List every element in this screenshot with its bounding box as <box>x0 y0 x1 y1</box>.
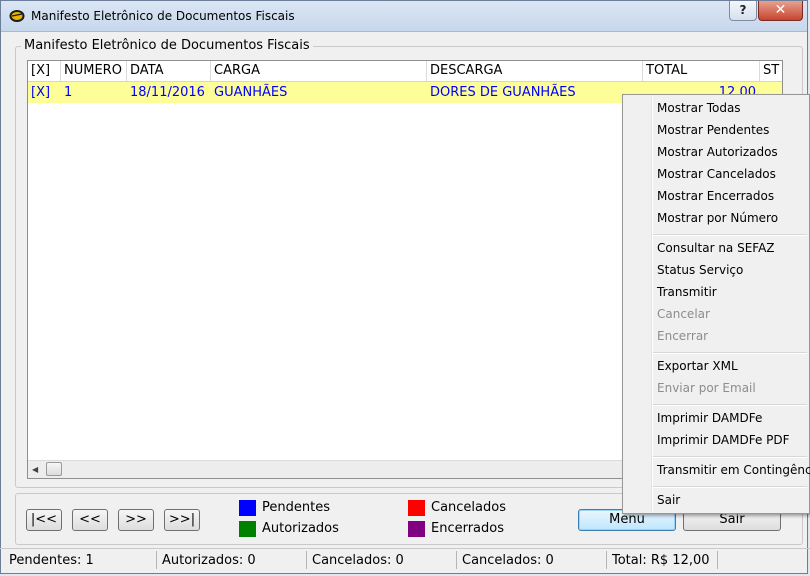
menu-item-transmitir[interactable]: Transmitir <box>657 285 717 299</box>
menu-item-exportar-xml[interactable]: Exportar XML <box>657 359 738 373</box>
scroll-thumb[interactable] <box>46 462 62 476</box>
menu-separator <box>653 404 807 406</box>
legend-autorizados-swatch <box>239 521 256 537</box>
status-separator <box>156 551 157 569</box>
menu-item-imprimir-damdfe[interactable]: Imprimir DAMDFe <box>657 411 762 425</box>
menu-item-transmitir-contingencia[interactable]: Transmitir em Contingência <box>657 463 810 477</box>
menu-item-mostrar-autorizados[interactable]: Mostrar Autorizados <box>657 145 778 159</box>
title-bar: Manifesto Eletrônico de Documentos Fisca… <box>1 1 807 32</box>
status-total: Total: R$ 12,00 <box>612 553 710 568</box>
column-header-numero[interactable]: NUMERO <box>61 61 127 81</box>
grid-header: [X] NUMERO DATA CARGA DESCARGA TOTAL ST <box>28 61 782 82</box>
cell-carga: GUANHÃES <box>214 85 288 100</box>
legend-encerrados-swatch <box>408 521 425 537</box>
status-pendentes: Pendentes: 1 <box>9 553 94 568</box>
first-record-button[interactable]: |<< <box>26 509 62 531</box>
cell-descarga: DORES DE GUANHÃES <box>430 85 576 100</box>
status-autorizados: Autorizados: 0 <box>162 553 256 568</box>
cell-select[interactable]: [X] <box>28 82 61 103</box>
column-header-total[interactable]: TOTAL <box>643 61 760 81</box>
legend-autorizados-label: Autorizados <box>262 521 339 536</box>
menu-separator <box>653 234 807 236</box>
menu-item-consultar-sefaz[interactable]: Consultar na SEFAZ <box>657 241 775 255</box>
context-menu-gutter <box>651 97 653 511</box>
last-record-button[interactable]: >>| <box>164 509 200 531</box>
menu-item-mostrar-pendentes[interactable]: Mostrar Pendentes <box>657 123 769 137</box>
next-record-button[interactable]: >> <box>118 509 154 531</box>
window-title: Manifesto Eletrônico de Documentos Fisca… <box>31 9 295 23</box>
group-title: Manifesto Eletrônico de Documentos Fisca… <box>21 38 313 53</box>
column-header-descarga[interactable]: DESCARGA <box>427 61 643 81</box>
column-header-st[interactable]: ST <box>760 61 782 81</box>
column-header-select[interactable]: [X] <box>28 61 61 81</box>
app-logo-icon <box>9 10 25 22</box>
menu-item-sair[interactable]: Sair <box>657 493 680 507</box>
status-separator <box>606 551 607 569</box>
cell-data: 18/11/2016 <box>130 85 205 100</box>
legend-pendentes-label: Pendentes <box>262 500 330 515</box>
cell-numero: 1 <box>64 85 73 100</box>
status-separator <box>717 551 718 569</box>
context-menu: Mostrar Todas Mostrar Pendentes Mostrar … <box>622 94 810 514</box>
menu-item-encerrar: Encerrar <box>657 329 709 343</box>
legend-cancelados-label: Cancelados <box>431 500 506 515</box>
column-header-carga[interactable]: CARGA <box>211 61 427 81</box>
menu-separator <box>653 486 807 488</box>
menu-item-imprimir-damdfe-pdf[interactable]: Imprimir DAMDFe PDF <box>657 433 790 447</box>
menu-separator <box>653 456 807 458</box>
menu-separator <box>653 352 807 354</box>
scroll-left-arrow-icon[interactable]: ◀ <box>32 465 38 474</box>
status-separator <box>456 551 457 569</box>
status-separator <box>306 551 307 569</box>
legend-pendentes-swatch <box>239 500 256 516</box>
previous-record-button[interactable]: << <box>72 509 108 531</box>
status-bar: Pendentes: 1 Autorizados: 0 Cancelados: … <box>0 548 810 573</box>
status-cancelados-2: Cancelados: 0 <box>462 553 554 568</box>
help-button[interactable]: ? <box>729 1 757 21</box>
menu-item-mostrar-todas[interactable]: Mostrar Todas <box>657 101 741 115</box>
legend-cancelados-swatch <box>408 500 425 516</box>
legend-encerrados-label: Encerrados <box>431 521 505 536</box>
menu-item-cancelar: Cancelar <box>657 307 710 321</box>
menu-item-enviar-email: Enviar por Email <box>657 381 756 395</box>
close-button[interactable]: ✕ <box>758 1 803 21</box>
status-cancelados: Cancelados: 0 <box>312 553 404 568</box>
menu-item-mostrar-cancelados[interactable]: Mostrar Cancelados <box>657 167 776 181</box>
menu-item-status-servico[interactable]: Status Serviço <box>657 263 743 277</box>
menu-item-mostrar-por-numero[interactable]: Mostrar por Número <box>657 211 778 225</box>
column-header-data[interactable]: DATA <box>127 61 211 81</box>
menu-item-mostrar-encerrados[interactable]: Mostrar Encerrados <box>657 189 774 203</box>
